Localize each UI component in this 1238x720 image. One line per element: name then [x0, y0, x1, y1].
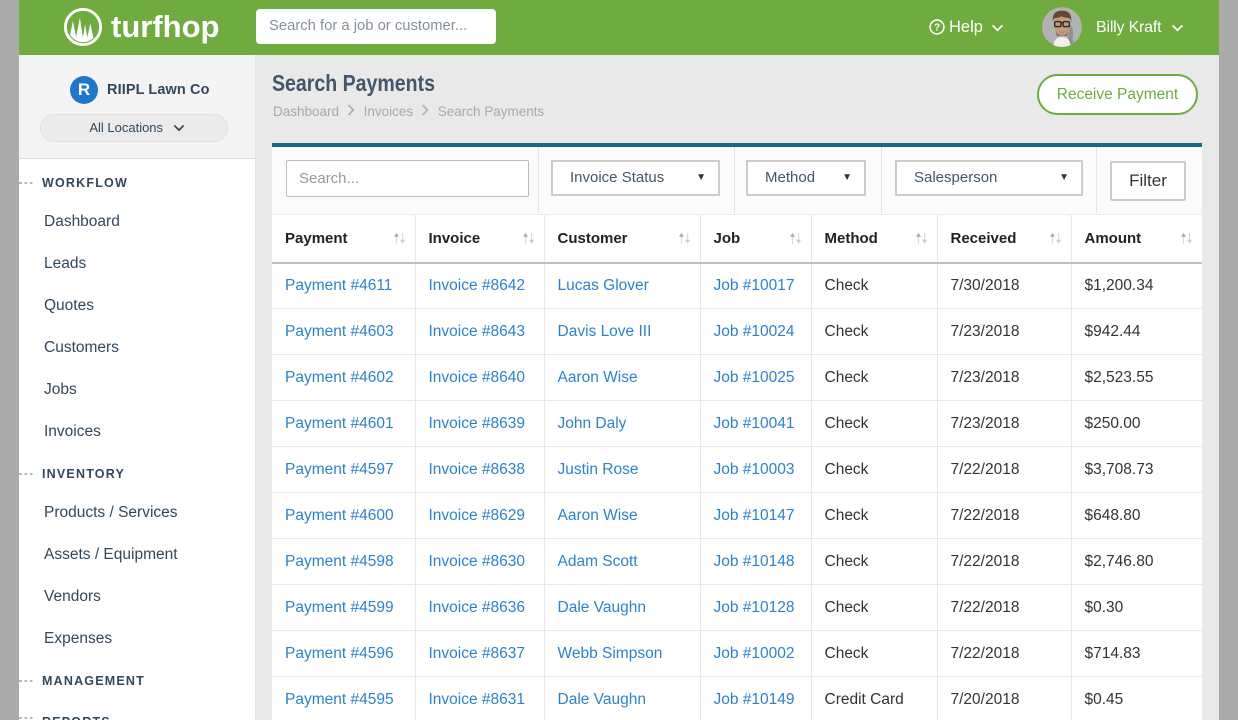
svg-text:?: ? — [934, 23, 940, 34]
